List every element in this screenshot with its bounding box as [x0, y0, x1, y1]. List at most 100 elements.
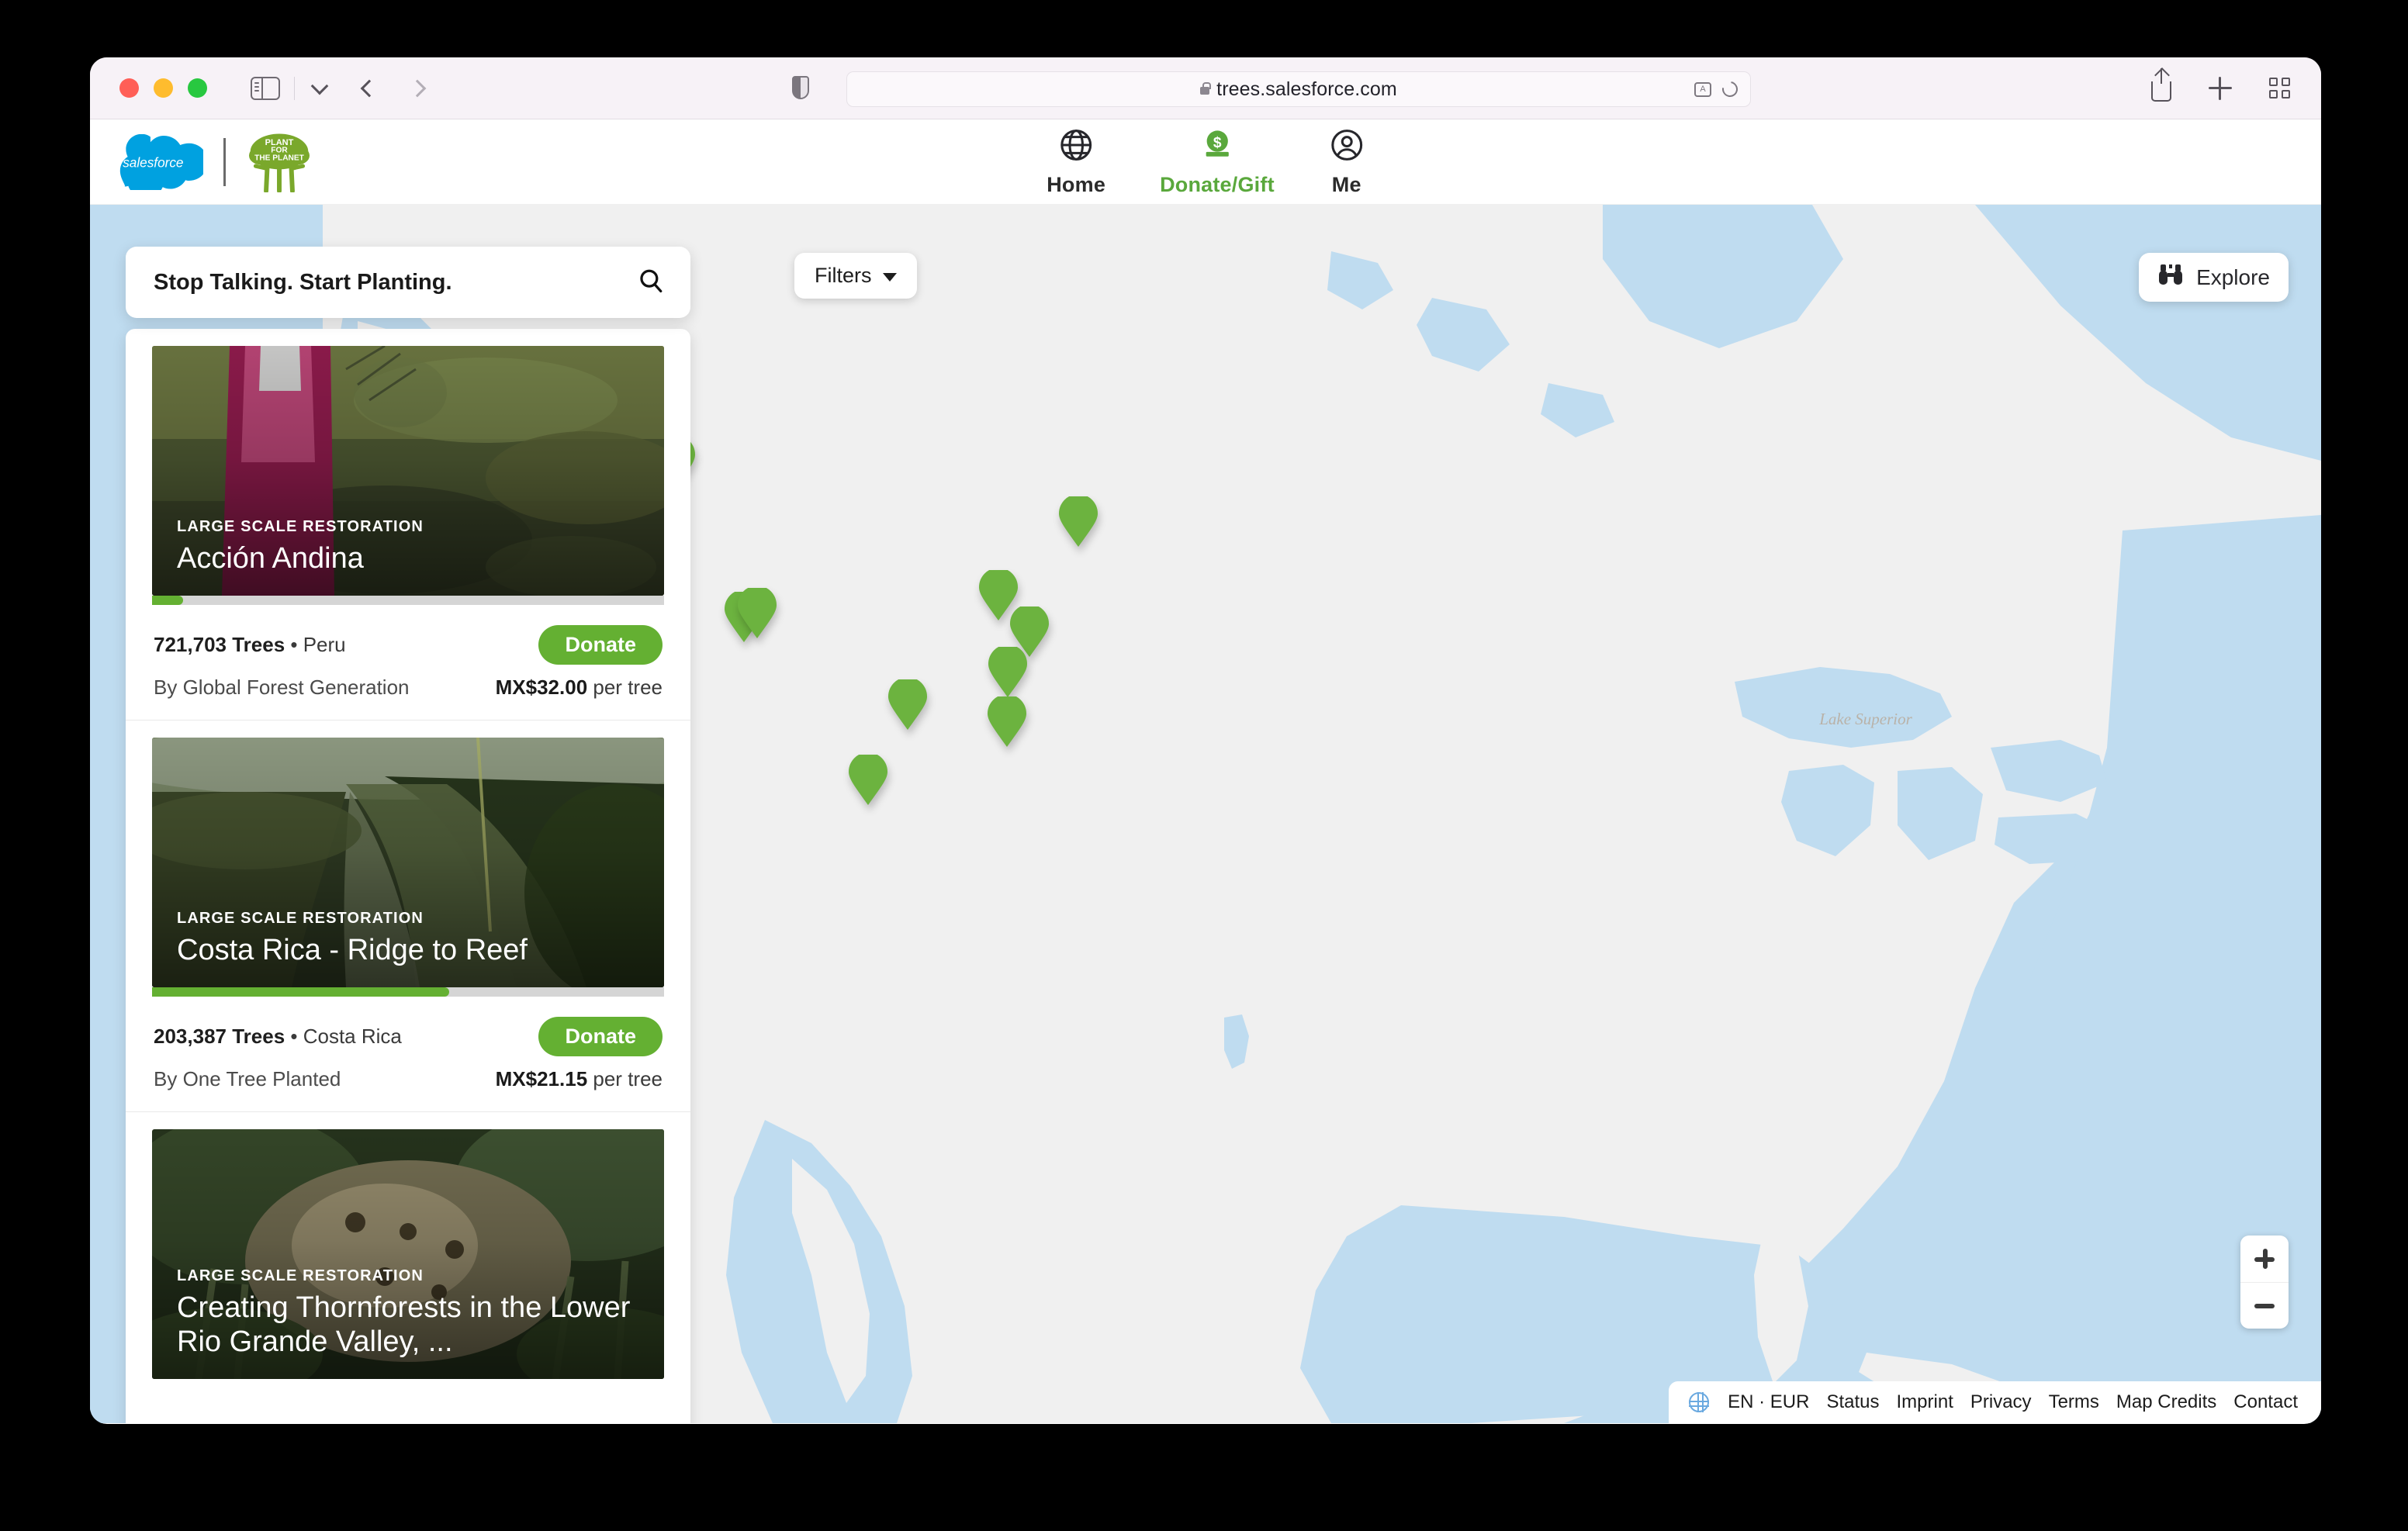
- footer-link-terms[interactable]: Terms: [2049, 1391, 2099, 1413]
- footer-link-contact[interactable]: Contact: [2233, 1391, 2298, 1413]
- project-title: Acción Andina: [177, 541, 364, 575]
- footer-link-privacy[interactable]: Privacy: [1970, 1391, 2032, 1413]
- project-organization: By Global Forest Generation: [154, 676, 410, 699]
- project-price-value: MX$32.00: [495, 676, 588, 699]
- site-header: salesforce PLANT FOR THE PLANET Home $ D…: [90, 119, 2321, 205]
- project-organization: By One Tree Planted: [154, 1067, 341, 1090]
- minimize-window-button[interactable]: [154, 78, 173, 98]
- nav-label-home: Home: [1047, 172, 1106, 196]
- footer-link-status[interactable]: Status: [1826, 1391, 1879, 1413]
- project-card-text: LARGE SCALE RESTORATION Acción Andina: [152, 518, 664, 596]
- donate-button[interactable]: Donate: [538, 625, 663, 665]
- project-progress-fill: [152, 596, 183, 605]
- map-pin[interactable]: [887, 679, 929, 731]
- binoculars-icon: [2157, 263, 2184, 292]
- project-country: Peru: [303, 633, 346, 656]
- back-chevron-icon[interactable]: [360, 79, 379, 97]
- project-title: Costa Rica - Ridge to Reef: [177, 933, 528, 966]
- project-price: MX$21.15 per tree: [496, 1067, 663, 1091]
- share-icon[interactable]: [2151, 67, 2171, 102]
- tab-overview-icon[interactable]: [2269, 78, 2290, 98]
- globe-icon[interactable]: [1688, 1391, 1710, 1412]
- plant-for-the-planet-logo: PLANT FOR THE PLANET: [246, 132, 313, 193]
- project-card[interactable]: LARGE SCALE RESTORATION Costa Rica - Rid…: [126, 721, 690, 1111]
- map-pin[interactable]: [847, 755, 889, 806]
- search-box[interactable]: [126, 247, 690, 318]
- translate-icon[interactable]: A: [1694, 81, 1711, 97]
- project-card-media: LARGE SCALE RESTORATION Creating Thornfo…: [152, 1129, 664, 1379]
- svg-text:salesforce: salesforce: [123, 154, 183, 170]
- project-price: MX$32.00 per tree: [496, 676, 663, 700]
- project-meta-row: By Global Forest Generation MX$32.00 per…: [152, 676, 664, 720]
- project-progress-track: [152, 596, 664, 605]
- map-footer: EN · EUR Status Imprint Privacy Terms Ma…: [1669, 1381, 2321, 1423]
- brand-lockup[interactable]: salesforce PLANT FOR THE PLANET: [119, 132, 313, 193]
- project-title: Creating Thornforests in the Lower Rio G…: [177, 1291, 631, 1358]
- nav-item-me[interactable]: Me: [1329, 127, 1365, 197]
- map-pin[interactable]: [987, 647, 1029, 698]
- account-circle-icon: [1329, 127, 1365, 167]
- filters-button[interactable]: Filters: [794, 253, 917, 299]
- shield-icon[interactable]: [792, 76, 809, 99]
- project-card-media: LARGE SCALE RESTORATION Costa Rica - Rid…: [152, 738, 664, 987]
- plus-icon: [2254, 1249, 2275, 1269]
- lock-icon: [1200, 81, 1211, 95]
- map-canvas[interactable]: Lake Superior Filters Explore EN · EUR S…: [90, 205, 2321, 1423]
- minus-icon: [2254, 1303, 2275, 1308]
- project-progress-fill: [152, 987, 449, 997]
- project-stats-row: 721,703 Trees • Peru Donate: [152, 605, 664, 676]
- project-tree-count: 721,703 Trees: [154, 633, 285, 656]
- explore-button[interactable]: Explore: [2139, 253, 2289, 302]
- forward-chevron-icon[interactable]: [408, 79, 427, 97]
- close-window-button[interactable]: [119, 78, 139, 98]
- project-card[interactable]: LARGE SCALE RESTORATION Creating Thornfo…: [126, 1112, 690, 1379]
- project-price-suffix: per tree: [593, 1067, 663, 1090]
- filters-label: Filters: [815, 264, 872, 287]
- toolbar-divider: [294, 76, 295, 100]
- nav-item-home[interactable]: Home: [1047, 127, 1105, 197]
- sidebar-toggle-icon[interactable]: [251, 76, 280, 100]
- zoom-in-button[interactable]: [2240, 1236, 2289, 1282]
- project-kicker: LARGE SCALE RESTORATION: [177, 1267, 424, 1284]
- project-trees-location: 203,387 Trees • Costa Rica: [154, 1025, 402, 1049]
- footer-link-imprint[interactable]: Imprint: [1897, 1391, 1953, 1413]
- project-price-suffix: per tree: [593, 676, 663, 699]
- project-meta-row: By One Tree Planted MX$21.15 per tree: [152, 1067, 664, 1111]
- donate-money-icon: $: [1199, 127, 1235, 167]
- browser-window: trees.salesforce.com A salesforce PLANT …: [90, 57, 2321, 1424]
- svg-text:$: $: [1213, 135, 1222, 151]
- search-icon[interactable]: [638, 268, 664, 298]
- footer-link-map-credits[interactable]: Map Credits: [2116, 1391, 2216, 1413]
- reload-icon[interactable]: [1719, 78, 1741, 100]
- project-price-value: MX$21.15: [495, 1067, 588, 1090]
- toolbar-right-icons: [2151, 67, 2290, 102]
- map-pin[interactable]: [1057, 496, 1099, 548]
- maximize-window-button[interactable]: [188, 78, 207, 98]
- donate-button[interactable]: Donate: [538, 1017, 663, 1056]
- new-tab-icon[interactable]: [2209, 76, 2232, 100]
- project-trees-location: 721,703 Trees • Peru: [154, 633, 346, 657]
- search-input[interactable]: [126, 269, 638, 295]
- nav-item-donate-gift[interactable]: $ Donate/Gift: [1160, 127, 1275, 197]
- globe-icon: [1058, 127, 1094, 167]
- explore-label: Explore: [2196, 264, 2270, 289]
- bullet-separator: •: [290, 633, 303, 656]
- nav-label-donate-gift: Donate/Gift: [1160, 172, 1275, 196]
- project-card-text: LARGE SCALE RESTORATION Costa Rica - Rid…: [152, 910, 664, 987]
- salesforce-logo: salesforce: [119, 133, 203, 190]
- nav-label-me: Me: [1331, 172, 1361, 196]
- chevron-down-icon: [882, 273, 897, 282]
- locale-selector[interactable]: EN · EUR: [1728, 1391, 1809, 1413]
- project-card[interactable]: LARGE SCALE RESTORATION Acción Andina 72…: [126, 329, 690, 720]
- chevron-down-icon[interactable]: [310, 77, 329, 95]
- project-results-panel[interactable]: LARGE SCALE RESTORATION Acción Andina 72…: [126, 329, 690, 1423]
- address-bar[interactable]: trees.salesforce.com A: [846, 71, 1751, 107]
- project-kicker: LARGE SCALE RESTORATION: [177, 909, 424, 927]
- brand-divider: [223, 137, 226, 186]
- map-pin[interactable]: [736, 588, 778, 639]
- map-pin[interactable]: [986, 696, 1028, 748]
- project-country: Costa Rica: [303, 1025, 402, 1048]
- project-tree-count: 203,387 Trees: [154, 1025, 285, 1048]
- zoom-out-button[interactable]: [2240, 1282, 2289, 1329]
- map-zoom-controls: [2240, 1236, 2289, 1329]
